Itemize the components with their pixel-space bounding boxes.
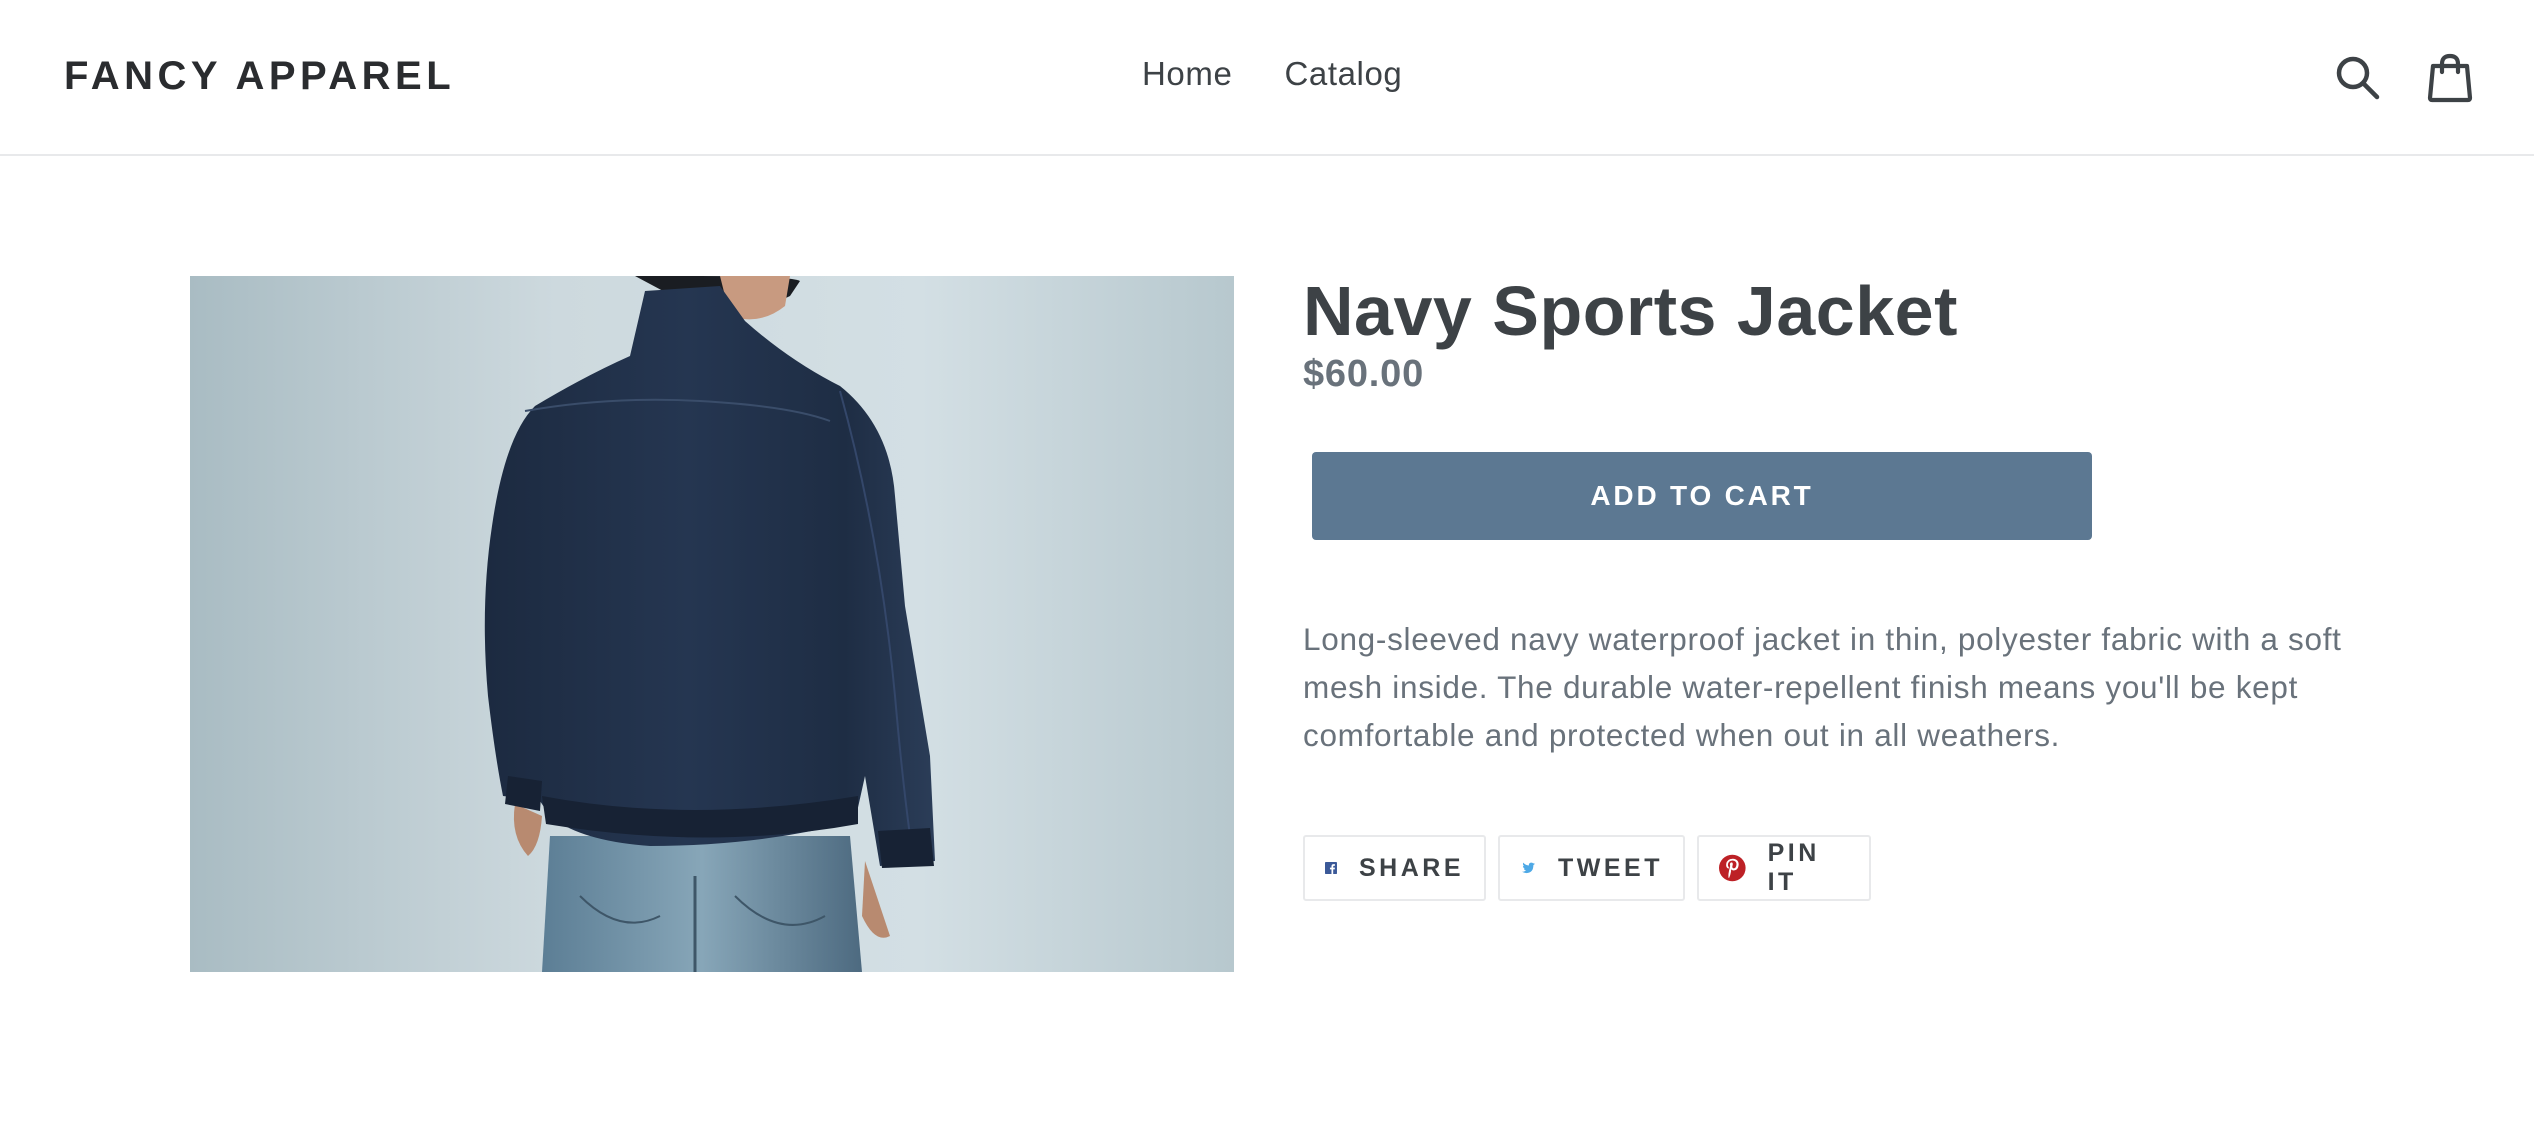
share-facebook-label: SHARE — [1358, 853, 1464, 882]
share-pinterest-label: PIN IT — [1767, 839, 1820, 896]
search-button[interactable] — [2334, 52, 2382, 104]
site-header: FANCY APPAREL Home Catalog — [0, 0, 2534, 156]
twitter-icon — [1521, 862, 1535, 874]
store-logo[interactable]: FANCY APPAREL — [64, 52, 455, 100]
pinterest-icon — [1719, 854, 1746, 882]
share-pinterest-button[interactable]: PIN IT — [1697, 835, 1871, 901]
product-price: $60.00 — [1303, 353, 1425, 395]
jacket-photo — [190, 276, 1234, 972]
nav-catalog[interactable]: Catalog — [1284, 52, 1402, 96]
search-icon — [2336, 56, 2380, 100]
shopping-bag-icon — [2427, 53, 2473, 103]
product-image[interactable] — [190, 276, 1234, 972]
facebook-icon — [1325, 862, 1337, 874]
add-to-cart-button[interactable]: ADD TO CART — [1312, 452, 2092, 540]
product-title: Navy Sports Jacket — [1303, 272, 1958, 350]
social-share: SHARE TWEET PIN IT — [1303, 835, 1871, 901]
share-facebook-button[interactable]: SHARE — [1303, 835, 1486, 901]
main-nav: Home Catalog — [1142, 52, 1402, 96]
nav-home[interactable]: Home — [1142, 52, 1232, 96]
cart-button[interactable] — [2426, 52, 2474, 104]
product-info: Navy Sports Jacket $60.00 ADD TO CART Lo… — [1303, 268, 2383, 901]
product-description: Long-sleeved navy waterproof jacket in t… — [1303, 621, 2342, 753]
share-twitter-label: TWEET — [1558, 853, 1663, 882]
share-twitter-button[interactable]: TWEET — [1498, 835, 1685, 901]
